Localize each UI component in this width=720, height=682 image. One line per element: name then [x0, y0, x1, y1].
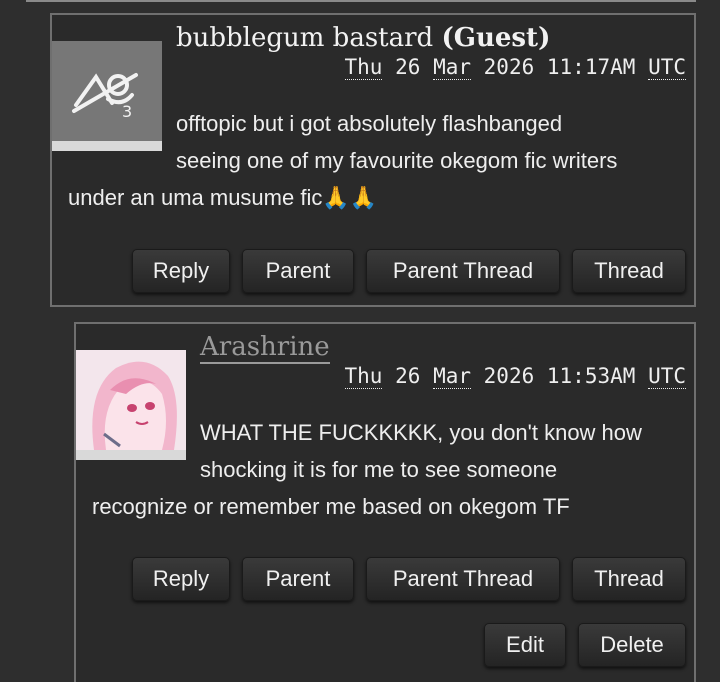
- comment-date: Thu 26 Mar 2026 11:53AM UTC: [344, 364, 686, 389]
- comment-body: WHAT THE FUCKKKKK, you don't know how sh…: [92, 414, 680, 525]
- reply-button[interactable]: Reply: [132, 249, 230, 293]
- date-day: 26: [395, 364, 421, 388]
- previous-comment-edge: [26, 0, 696, 2]
- date-weekday: Thu: [344, 364, 383, 389]
- guest-tag: (Guest): [441, 23, 551, 53]
- comment-author: bubblegum bastard (Guest): [176, 23, 550, 53]
- body-line: offtopic but i got absolutely flashbange…: [176, 111, 563, 136]
- author-name: bubblegum bastard: [176, 23, 434, 53]
- date-time: 11:53AM: [546, 364, 636, 388]
- parent-thread-button[interactable]: Parent Thread: [366, 249, 560, 293]
- comment-actions: Reply Parent Parent Thread Thread: [132, 557, 686, 601]
- body-line: shocking it is for me to see someone: [200, 457, 558, 482]
- reply-button[interactable]: Reply: [132, 557, 230, 601]
- body-line: WHAT THE FUCKKKKK, you don't know how: [200, 420, 642, 445]
- date-day: 26: [395, 55, 421, 79]
- edit-button[interactable]: Edit: [484, 623, 566, 667]
- date-month: Mar: [433, 364, 471, 389]
- thread-button[interactable]: Thread: [572, 249, 686, 293]
- parent-thread-button[interactable]: Parent Thread: [366, 557, 560, 601]
- date-year: 2026: [483, 364, 535, 388]
- comment-date: Thu 26 Mar 2026 11:17AM UTC: [344, 55, 686, 80]
- comment-arashrine: Arashrine Thu 26 Mar 2026 11:53AM UTC WH…: [74, 322, 696, 682]
- body-line: seeing one of my favourite okegom fic wr…: [176, 148, 618, 173]
- parent-button[interactable]: Parent: [242, 249, 354, 293]
- comment-actions: Reply Parent Parent Thread Thread: [132, 249, 686, 293]
- date-year: 2026: [483, 55, 535, 79]
- date-weekday: Thu: [344, 55, 383, 80]
- thread-button[interactable]: Thread: [572, 557, 686, 601]
- comment-body: offtopic but i got absolutely flashbange…: [68, 105, 680, 216]
- body-line: recognize or remember me based on okegom…: [92, 494, 570, 519]
- body-line: under an uma musume fic🙏🙏: [68, 185, 378, 210]
- author-link[interactable]: Arashrine: [200, 332, 330, 364]
- date-time: 11:17AM: [546, 55, 636, 79]
- date-month: Mar: [433, 55, 471, 80]
- comment-guest: 3 bubblegum bastard (Guest) Thu 26 Mar 2…: [50, 13, 696, 307]
- delete-button[interactable]: Delete: [578, 623, 686, 667]
- owner-actions: Edit Delete: [484, 623, 686, 667]
- parent-button[interactable]: Parent: [242, 557, 354, 601]
- date-timezone: UTC: [648, 364, 686, 389]
- date-timezone: UTC: [648, 55, 686, 80]
